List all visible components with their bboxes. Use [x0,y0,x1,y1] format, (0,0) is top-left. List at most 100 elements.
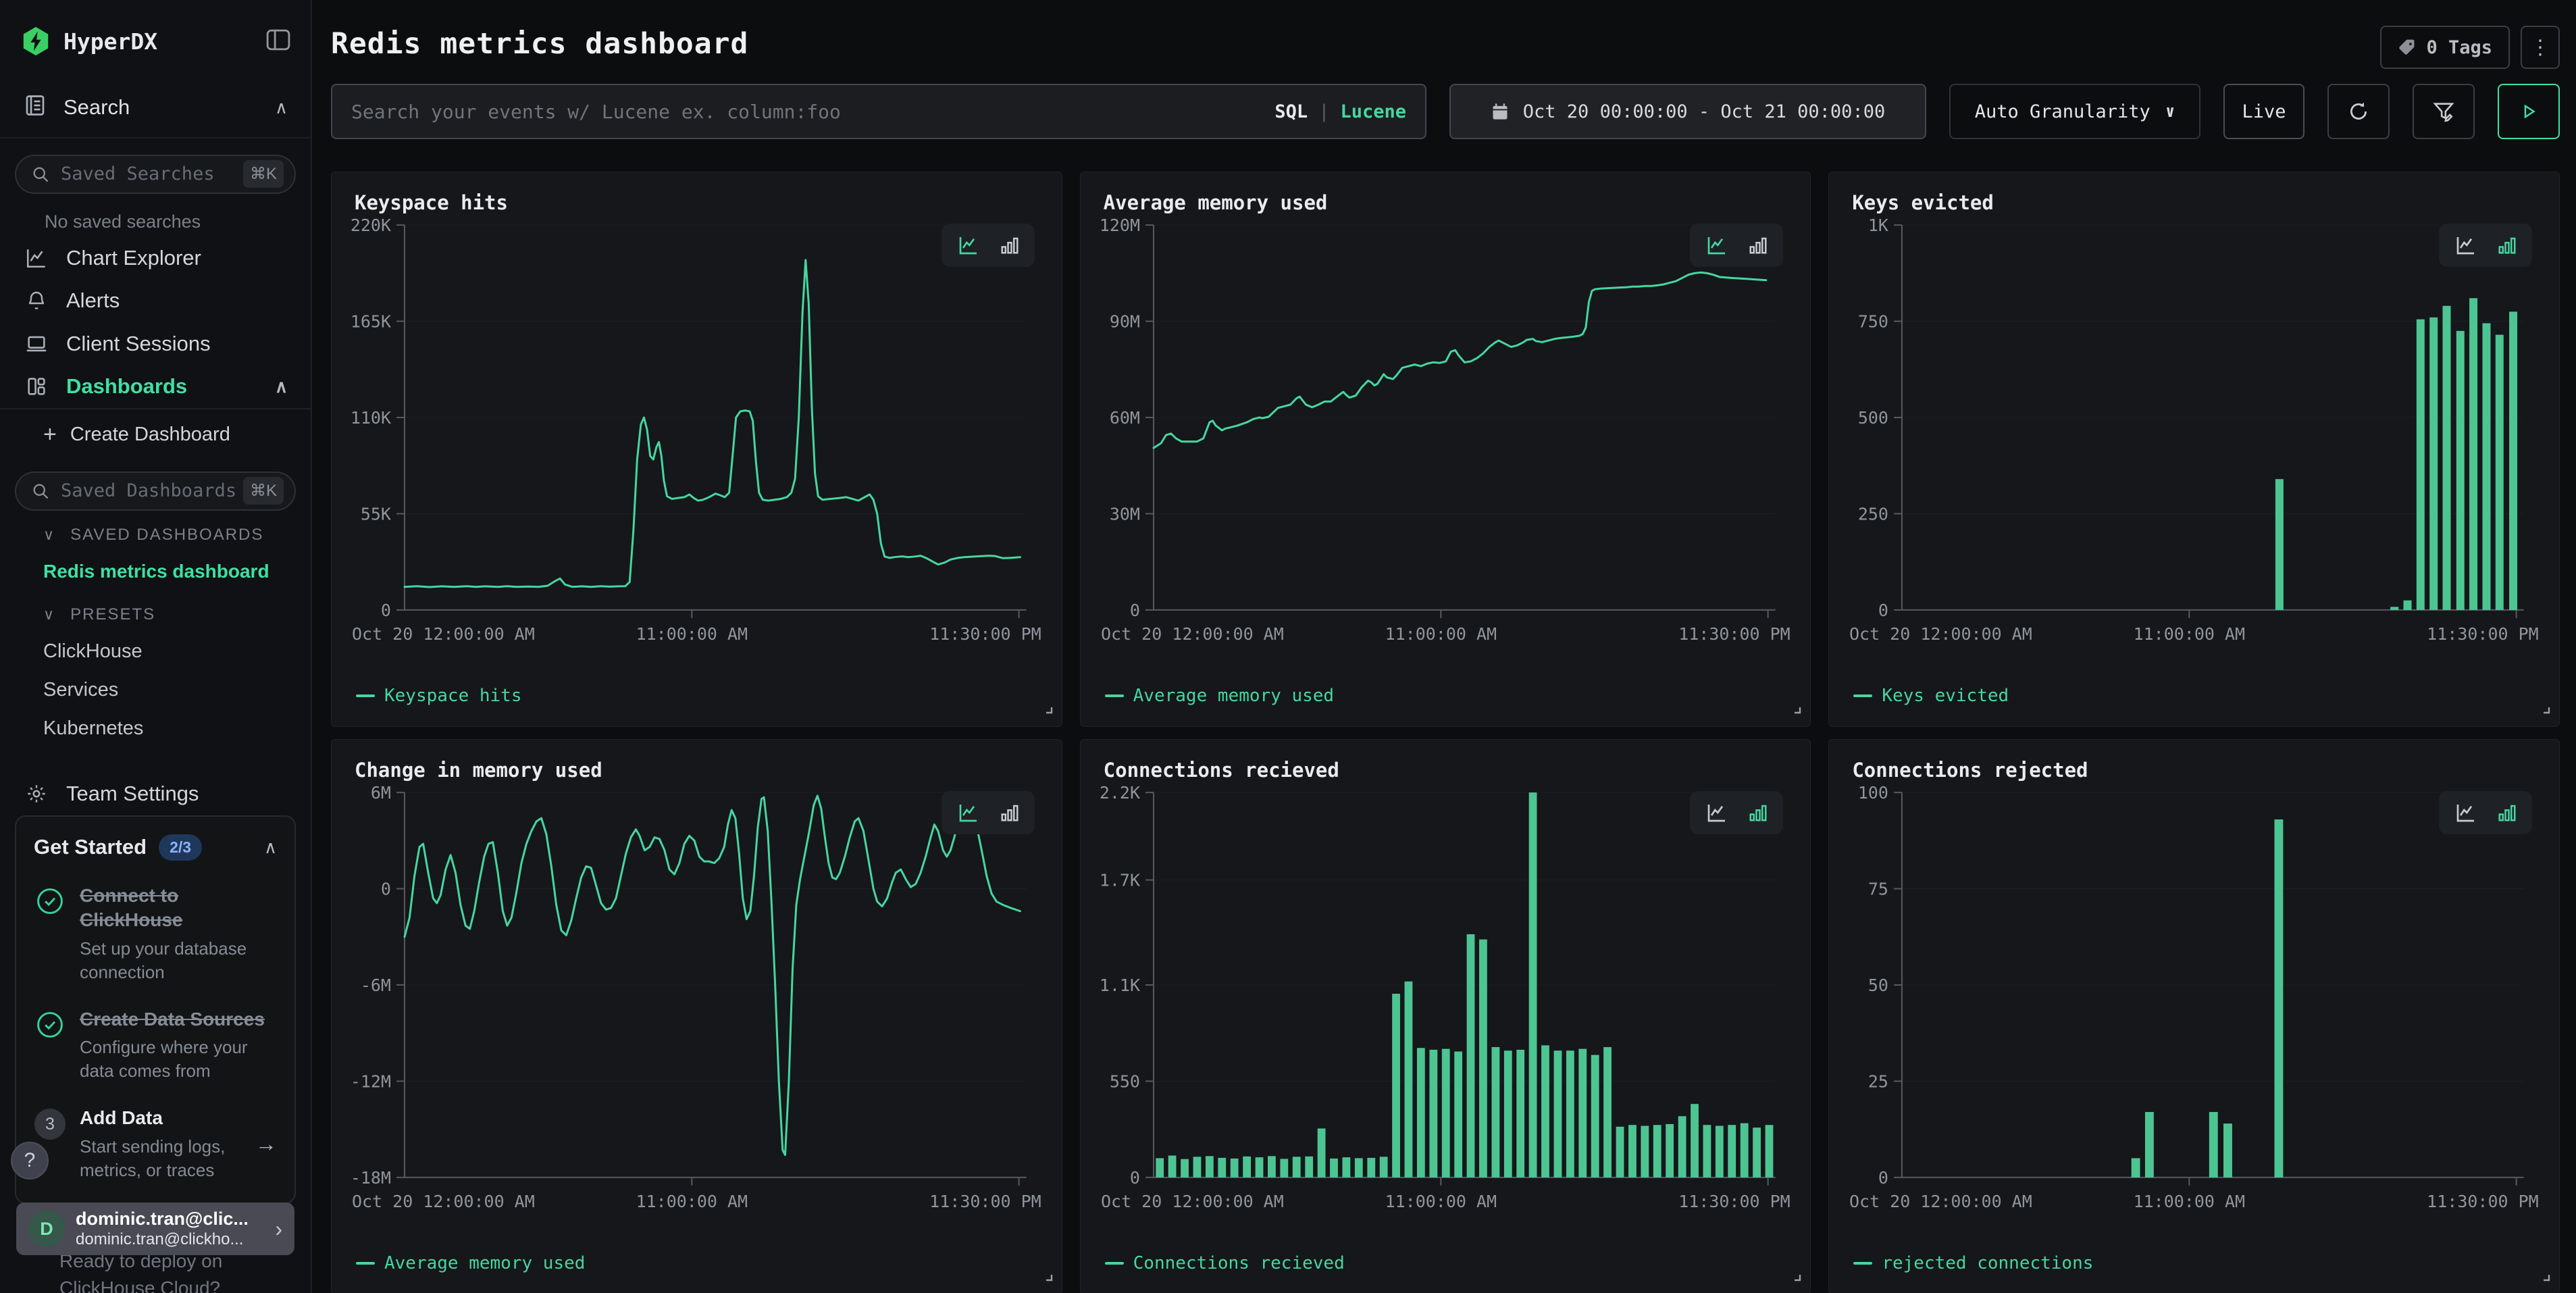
granularity-select[interactable]: Auto Granularity ∨ [1949,84,2200,139]
chart-type-toggle[interactable] [1690,791,1783,834]
get-started-header[interactable]: Get Started 2/3 ∧ [34,834,277,861]
bar-chart-icon[interactable] [1000,234,1020,256]
get-started-item-sources[interactable]: Create Data Sources Configure where your… [34,1007,277,1084]
line-chart-icon[interactable] [1705,234,1729,256]
arrow-right-icon: → [255,1132,277,1157]
chart-type-toggle[interactable] [942,791,1035,834]
event-search-input[interactable] [351,101,1274,123]
chart-type-toggle[interactable] [2439,224,2532,267]
sidebar-item-label: Alerts [66,288,120,313]
get-started-item-title: Create Data Sources [80,1007,277,1032]
presets-header[interactable]: ∨ PRESETS [0,597,311,632]
divider [0,137,311,138]
filter-button[interactable] [2413,84,2475,139]
lucene-toggle[interactable]: Lucene [1340,101,1406,122]
line-chart-icon[interactable] [956,802,981,823]
chart-type-toggle[interactable] [2439,791,2532,834]
help-button[interactable]: ? [11,1142,49,1180]
bar [2469,298,2477,610]
sidebar-section-search[interactable]: Search ∧ [0,77,311,137]
presets-header-label: PRESETS [70,605,155,624]
chart-card-memory-change: Change in memory used -18M-12M-6M06MOct … [331,739,1062,1293]
resize-handle[interactable] [2539,703,2551,718]
resize-handle[interactable] [1790,703,1802,718]
y-tick-label: 250 [1858,504,1888,524]
bar [1218,1158,1226,1177]
header-actions: 0 Tags ⋮ [2380,26,2560,69]
bar-chart-icon[interactable] [2497,234,2517,256]
sidebar-item-dashboards[interactable]: Dashboards ∧ [0,365,311,409]
y-tick-label: 120M [1100,216,1140,235]
bar [2509,311,2517,610]
legend-label: Connections recieved [1133,1253,1345,1273]
saved-dashboards-input[interactable]: ⌘K [15,472,296,511]
saved-dashboards-field[interactable] [61,480,243,501]
bar [1305,1157,1313,1177]
y-tick-label: 1K [1868,216,1888,235]
sidebar-item-chart-explorer[interactable]: Chart Explorer [0,236,311,280]
resize-handle[interactable] [1790,1270,1802,1286]
live-button[interactable]: Live [2223,84,2304,139]
chart-plot: 055K110K165K220KOct 20 12:00:00 AM11:00:… [351,214,1043,651]
sidebar-item-redis-dashboard[interactable]: Redis metrics dashboard [0,553,311,590]
bar [1454,1051,1462,1177]
kebab-menu-button[interactable]: ⋮ [2521,26,2560,69]
resize-handle[interactable] [1041,703,1054,718]
refresh-button[interactable] [2327,84,2390,139]
line-chart-icon[interactable] [2454,802,2478,823]
bar-chart-icon[interactable] [1000,802,1020,823]
bar-chart-icon[interactable] [1748,234,1768,256]
resize-handle[interactable] [2539,1270,2551,1286]
bar [1566,1050,1574,1177]
line-chart-icon[interactable] [2454,234,2478,256]
chart-type-toggle[interactable] [1690,224,1783,267]
x-tick-label: Oct 20 12:00:00 AM [352,624,535,644]
sidebar-item-client-sessions[interactable]: Client Sessions [0,322,311,365]
bar-chart-icon[interactable] [2497,802,2517,823]
user-menu[interactable]: D dominic.tran@clic... dominic.tran@clic… [16,1202,294,1255]
legend-label: Keys evicted [1882,686,2009,706]
saved-dashboards-header[interactable]: ∨ SAVED DASHBOARDS [0,517,311,553]
sql-toggle[interactable]: SQL [1274,101,1308,122]
saved-searches-input[interactable]: ⌘K [15,155,296,194]
x-tick-label: 11:00:00 AM [2134,1192,2245,1211]
sidebar-item-kubernetes[interactable]: Kubernetes [0,709,311,748]
sidebar-item-team-settings[interactable]: Team Settings [0,772,311,815]
date-range-button[interactable]: Oct 20 00:00:00 - Oct 21 00:00:00 [1449,84,1926,139]
sidebar-item-alerts[interactable]: Alerts [0,280,311,323]
sidebar-collapse-icon[interactable] [266,28,290,55]
event-search-box[interactable]: SQL | Lucene [331,84,1426,139]
chevron-up-icon: ∧ [275,99,288,116]
sidebar-item-clickhouse[interactable]: ClickHouse [0,632,311,671]
chevron-up-icon: ∧ [264,838,277,856]
chart-type-toggle[interactable] [942,224,1035,267]
y-tick-label: 165K [351,312,391,332]
get-started-item-add-data[interactable]: 3 Add Data Start sending logs, metrics, … [34,1106,277,1182]
saved-searches-field[interactable] [61,163,243,184]
y-tick-label: 30M [1109,504,1139,524]
sidebar-item-services[interactable]: Services [0,671,311,709]
dashboards-icon [23,375,50,398]
bar [1181,1159,1189,1177]
y-tick-label: -12M [351,1071,391,1091]
get-started-item-desc: Set up your database connection [80,937,269,984]
bar [1280,1159,1288,1177]
x-tick-label: 11:00:00 AM [2134,624,2245,644]
x-tick-label: 11:30:00 PM [1678,1192,1790,1211]
bar [2496,335,2504,610]
y-tick-label: 0 [1130,1168,1140,1188]
bar-chart-icon[interactable] [1748,802,1768,823]
get-started-item-desc: Start sending logs, metrics, or traces [80,1135,251,1182]
bar [2430,318,2438,610]
bar [1728,1125,1736,1177]
create-dashboard-button[interactable]: + Create Dashboard [0,415,311,455]
get-started-item-connect[interactable]: Connect to ClickHouse Set up your databa… [34,884,277,984]
user-name: dominic.tran@clic... [76,1208,249,1229]
gear-icon [23,783,50,805]
play-button[interactable] [2498,84,2560,139]
line-chart-icon[interactable] [1705,802,1729,823]
resize-handle[interactable] [1041,1270,1054,1286]
bar [2223,1123,2232,1177]
tags-button[interactable]: 0 Tags [2380,26,2510,69]
line-chart-icon[interactable] [956,234,981,256]
